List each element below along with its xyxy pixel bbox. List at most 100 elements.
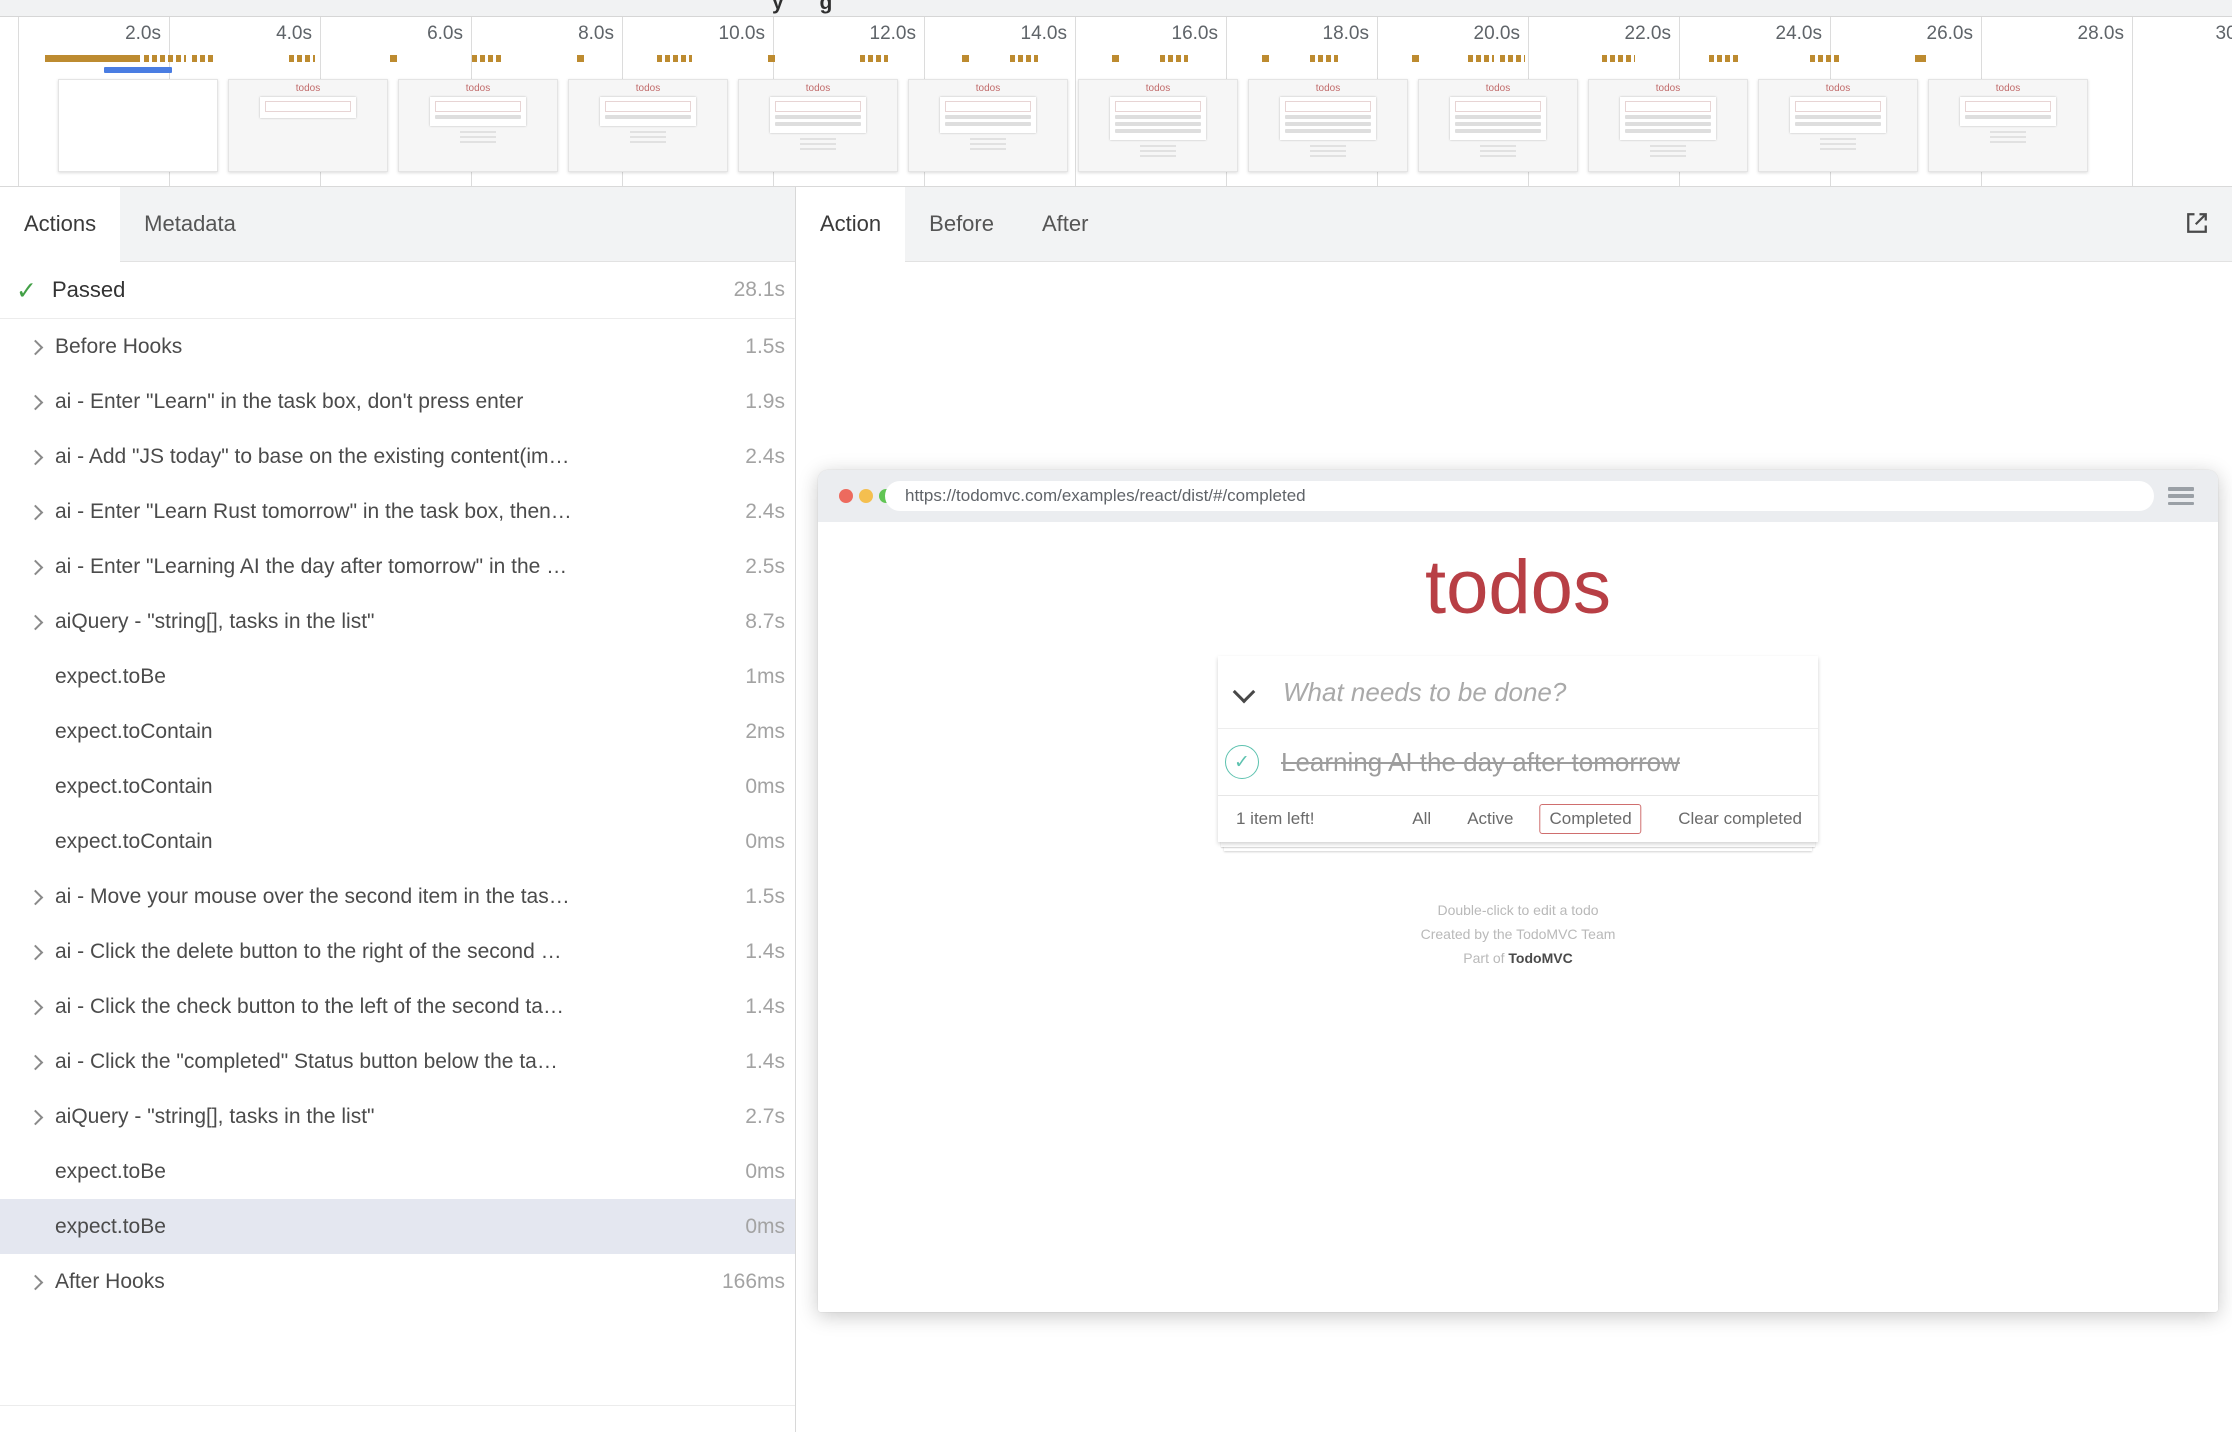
film-strip-thumbnail[interactable]: todos [1928, 79, 2088, 172]
film-strip-thumbnail[interactable]: todos [1418, 79, 1578, 172]
thumbnail-mini-input [265, 101, 351, 112]
chevron-right-icon[interactable] [26, 501, 48, 523]
action-marker [1262, 55, 1269, 62]
info-line: Double-click to edit a todo [818, 898, 2218, 922]
timeline-tick: 20.0s [1370, 23, 1520, 45]
timeline-tick: 14.0s [917, 23, 1067, 45]
film-strip-thumbnail[interactable]: todos [908, 79, 1068, 172]
action-row[interactable]: After Hooks166ms [0, 1254, 795, 1309]
tab-metadata[interactable]: Metadata [120, 187, 260, 261]
chevron-right-icon[interactable] [26, 611, 48, 633]
thumbnail-mini-line [1285, 115, 1371, 119]
chevron-right-icon[interactable] [26, 1271, 48, 1293]
thumbnail-todos-title: todos [1589, 84, 1747, 94]
action-marker [200, 55, 205, 62]
filter-active[interactable]: Active [1457, 804, 1523, 834]
todo-text[interactable]: Learning AI the day after tomorrow [1281, 747, 1680, 778]
action-row[interactable]: ai - Enter "Learning AI the day after to… [0, 539, 795, 594]
todo-app-page: todos What needs to be done? ✓Learning A… [818, 522, 2218, 1312]
film-strip-thumbnail[interactable]: todos [1248, 79, 1408, 172]
action-row[interactable]: expect.toBe0ms [0, 1144, 795, 1199]
thumbnail-todos-title: todos [399, 84, 557, 94]
open-snapshot-external-button[interactable] [2178, 204, 2216, 245]
filter-completed[interactable]: Completed [1539, 804, 1641, 834]
chevron-right-icon[interactable] [26, 336, 48, 358]
film-strip-thumbnail[interactable]: todos [398, 79, 558, 172]
action-row[interactable]: ai - Move your mouse over the second ite… [0, 869, 795, 924]
thumbnail-todos-title: todos [569, 84, 727, 94]
thumbnail-todos-title: todos [1759, 84, 1917, 94]
film-strip-thumbnail[interactable]: todos [568, 79, 728, 172]
chevron-right-icon[interactable] [26, 996, 48, 1018]
film-strip-thumbnail[interactable]: todos [1078, 79, 1238, 172]
chevron-right-icon[interactable] [26, 941, 48, 963]
action-row[interactable]: ai - Enter "Learn Rust tomorrow" in the … [0, 484, 795, 539]
thumbnail-mini-card [1280, 97, 1376, 140]
thumbnail-mini-footer [625, 131, 671, 143]
tab-action[interactable]: Action [796, 187, 905, 261]
action-row[interactable]: expect.toContain2ms [0, 704, 795, 759]
action-row[interactable]: expect.toContain0ms [0, 759, 795, 814]
chevron-right-icon[interactable] [26, 446, 48, 468]
tab-after[interactable]: After [1018, 187, 1112, 261]
thumbnail-mini-footer [455, 131, 501, 143]
thumbnail-mini-footer [1985, 131, 2031, 143]
chevron-spacer [26, 666, 48, 688]
chevron-right-icon[interactable] [26, 1051, 48, 1073]
action-duration: 1.5s [745, 885, 795, 909]
thumbnail-mini-line [1625, 115, 1711, 119]
url-bar[interactable]: https://todomvc.com/examples/react/dist/… [885, 481, 2154, 511]
action-duration: 2.4s [745, 445, 795, 469]
thumbnail-mini-line [435, 115, 521, 119]
film-strip-thumbnail[interactable] [58, 79, 218, 172]
action-row[interactable]: expect.toContain0ms [0, 814, 795, 869]
thumbnail-mini-footer-line [800, 138, 837, 140]
action-row[interactable]: ai - Enter "Learn" in the task box, don'… [0, 374, 795, 429]
action-row[interactable]: aiQuery - "string[], tasks in the list"2… [0, 1089, 795, 1144]
action-row[interactable]: expect.toBe0ms [0, 1199, 795, 1254]
action-duration: 0ms [745, 1215, 795, 1239]
chevron-right-icon[interactable] [26, 1106, 48, 1128]
action-marker [390, 55, 397, 62]
chevron-down-icon[interactable] [1232, 682, 1258, 702]
thumbnail-mini-input [1625, 101, 1711, 112]
action-row[interactable]: ai - Click the "completed" Status button… [0, 1034, 795, 1089]
new-todo-input[interactable]: What needs to be done? [1283, 677, 1566, 708]
action-label: After Hooks [55, 1270, 722, 1294]
menu-icon[interactable] [2168, 487, 2194, 505]
action-row[interactable]: aiQuery - "string[], tasks in the list"8… [0, 594, 795, 649]
tab-actions[interactable]: Actions [0, 187, 120, 261]
film-strip-thumbnail[interactable]: todos [1758, 79, 1918, 172]
thumbnail-mini-footer [1135, 145, 1181, 157]
chevron-spacer [26, 776, 48, 798]
film-strip-thumbnail[interactable]: todos [1588, 79, 1748, 172]
film-strip-thumbnail[interactable]: todos [738, 79, 898, 172]
chevron-right-icon[interactable] [26, 391, 48, 413]
action-label: aiQuery - "string[], tasks in the list" [55, 1105, 745, 1129]
chevron-right-icon[interactable] [26, 556, 48, 578]
timeline-tick: 30.0s [2112, 23, 2232, 45]
thumbnail-mini-footer-line [800, 143, 837, 145]
action-row[interactable]: Before Hooks1.5s [0, 319, 795, 374]
check-icon: ✓ [16, 276, 37, 305]
timeline[interactable]: 2.0s4.0s6.0s8.0s10.0s12.0s14.0s16.0s18.0… [0, 17, 2232, 187]
film-strip-thumbnail[interactable]: todos [228, 79, 388, 172]
thumbnail-mini-footer [1815, 138, 1861, 150]
tab-before[interactable]: Before [905, 187, 1018, 261]
action-row[interactable]: ai - Add "JS today" to base on the exist… [0, 429, 795, 484]
status-label: Passed [52, 277, 125, 303]
thumbnail-mini-footer-line [970, 148, 1007, 150]
selected-action-bar [104, 67, 172, 73]
todo-check-circle[interactable]: ✓ [1225, 745, 1259, 779]
filter-all[interactable]: All [1402, 804, 1441, 834]
clear-completed-button[interactable]: Clear completed [1678, 809, 1802, 829]
action-marker [192, 55, 197, 62]
action-row[interactable]: ai - Click the delete button to the righ… [0, 924, 795, 979]
chevron-right-icon[interactable] [26, 886, 48, 908]
action-marker [1602, 55, 1635, 62]
thumbnail-mini-footer [1305, 145, 1351, 157]
action-row[interactable]: expect.toBe1ms [0, 649, 795, 704]
action-row[interactable]: ai - Click the check button to the left … [0, 979, 795, 1034]
action-marker [577, 55, 584, 62]
action-marker [657, 55, 692, 62]
